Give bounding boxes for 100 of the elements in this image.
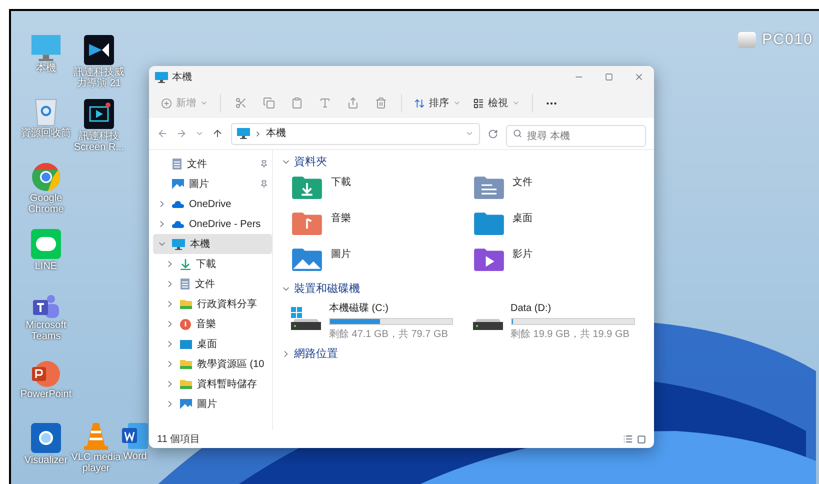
folder-icon (472, 174, 504, 200)
drive-icon (472, 319, 502, 330)
section-header[interactable]: 資料夾 (281, 154, 327, 170)
shortcut-label: 訊連科技威力導演 21 (73, 67, 125, 89)
paste-icon[interactable] (291, 97, 303, 109)
nav-item[interactable]: 文件 (153, 274, 272, 294)
shortcut-label: 本機 (36, 63, 56, 74)
back-icon[interactable] (157, 128, 168, 139)
chrome-icon (32, 163, 60, 191)
cloud-icon (172, 200, 184, 208)
search-icon (513, 128, 522, 138)
nav-item[interactable]: 下載 (153, 254, 272, 274)
status-text: 11 個項目 (157, 432, 200, 446)
nav-item[interactable]: 文件 (153, 154, 272, 174)
view-button[interactable]: 檢視 (469, 92, 524, 114)
folder-item[interactable]: 影片 (472, 246, 654, 276)
recent-icon[interactable] (195, 129, 204, 138)
nav-label: 資料暫時儲存 (197, 378, 258, 392)
drive-free-space: 剩餘 19.9 GB，共 19.9 GB (510, 328, 630, 342)
folder-item[interactable]: 圖片 (291, 246, 472, 276)
shortcut-label: Microsoft Teams (24, 320, 68, 342)
music-icon (180, 318, 191, 330)
folder-label: 文件 (512, 176, 532, 190)
nav-label: 本機 (190, 238, 211, 252)
share-icon[interactable] (347, 97, 359, 109)
folder-icon (180, 359, 192, 369)
nav-item[interactable]: 圖片 (153, 394, 272, 414)
nav-item[interactable]: 教學資源區 (10 (153, 354, 272, 374)
drive-free-space: 剩餘 47.1 GB，共 79.7 GB (329, 328, 449, 342)
caret-icon (512, 99, 520, 107)
rename-icon[interactable] (319, 97, 331, 109)
picture-icon (180, 399, 192, 409)
shortcut-label: Word (123, 451, 147, 462)
folder-icon (180, 299, 192, 309)
app-icon (84, 35, 114, 65)
shortcut-label: 訊連科技 Screen R... (73, 131, 125, 153)
nav-label: 教學資源區 (10 (197, 358, 266, 372)
shortcut-label: VLC media player (71, 452, 121, 474)
shortcut-label: Google Chrome (27, 193, 65, 215)
monitor-icon (172, 238, 185, 250)
dropdown-icon[interactable] (465, 129, 474, 138)
maximize-icon (605, 73, 613, 81)
folder-label: 圖片 (331, 248, 351, 262)
drive-item[interactable]: 本機磁碟 (C:) 剩餘 47.1 GB，共 79.7 GB (291, 301, 472, 342)
cloud-icon (172, 220, 184, 228)
section-header[interactable]: 網路位置 (281, 346, 338, 362)
camera-app-icon (31, 423, 61, 453)
copy-icon[interactable] (263, 97, 275, 109)
monitor-icon (237, 128, 250, 139)
nav-label: 圖片 (197, 398, 218, 412)
nav-item[interactable]: OneDrive - Pers (153, 214, 272, 234)
folder-icon (291, 174, 323, 200)
refresh-icon[interactable] (488, 128, 498, 138)
section-header[interactable]: 裝置和磁碟機 (281, 280, 360, 297)
chat-app-icon (31, 229, 61, 259)
shortcut-label: PowerPoint (20, 389, 72, 400)
nav-label: 下載 (196, 258, 217, 272)
screen-recorder-icon (84, 99, 114, 129)
drive-name: Data (D:) (510, 302, 552, 316)
nav-item[interactable]: OneDrive (153, 194, 272, 214)
drive-item[interactable]: Data (D:) 剩餘 19.9 GB，共 19.9 GB (472, 301, 654, 342)
nav-item[interactable]: 資料暫時儲存 (153, 374, 272, 394)
nav-label: 文件 (195, 278, 216, 292)
window-title: 本機 (172, 70, 192, 84)
nav-item[interactable]: 音樂 (153, 314, 272, 334)
folder-item[interactable]: 下載 (291, 174, 472, 204)
shortcut-label: LINE (34, 261, 58, 272)
details-view-icon[interactable] (623, 434, 633, 444)
tiles-view-icon[interactable] (637, 434, 646, 444)
plus-icon (161, 98, 172, 108)
close-icon (634, 72, 644, 82)
cut-icon[interactable] (235, 97, 247, 109)
desktop-icon (180, 340, 192, 348)
up-icon[interactable] (212, 128, 223, 139)
address-bar[interactable]: 本機 (231, 122, 480, 144)
monitor-icon (155, 72, 168, 82)
nav-item[interactable]: 本機 (153, 234, 272, 254)
nav-item[interactable]: 圖片 (153, 174, 272, 194)
folder-item[interactable]: 文件 (472, 174, 654, 204)
nav-label: 圖片 (189, 178, 210, 192)
sort-button[interactable]: 排序 (410, 92, 465, 114)
folder-icon (472, 246, 504, 272)
nav-item[interactable]: 行政資料分享 (153, 294, 272, 314)
document-icon (180, 278, 190, 290)
download-icon (180, 258, 191, 270)
folder-item[interactable]: 音樂 (291, 210, 472, 240)
folder-label: 下載 (331, 176, 351, 190)
nav-item[interactable]: 桌面 (153, 334, 272, 354)
search-field[interactable]: 搜尋 本機 (506, 125, 646, 147)
folder-label: 桌面 (512, 212, 532, 226)
nav-label: 行政資料分享 (197, 298, 258, 312)
forward-icon[interactable] (176, 128, 187, 139)
nav-label: OneDrive (189, 198, 232, 212)
folder-item[interactable]: 桌面 (472, 210, 654, 240)
folder-label: 音樂 (331, 212, 351, 226)
sort-icon (414, 98, 425, 108)
delete-icon[interactable] (375, 97, 387, 109)
nav-label: 音樂 (196, 318, 217, 332)
caret-icon (453, 99, 461, 107)
logo-text: PC010 (762, 30, 813, 50)
